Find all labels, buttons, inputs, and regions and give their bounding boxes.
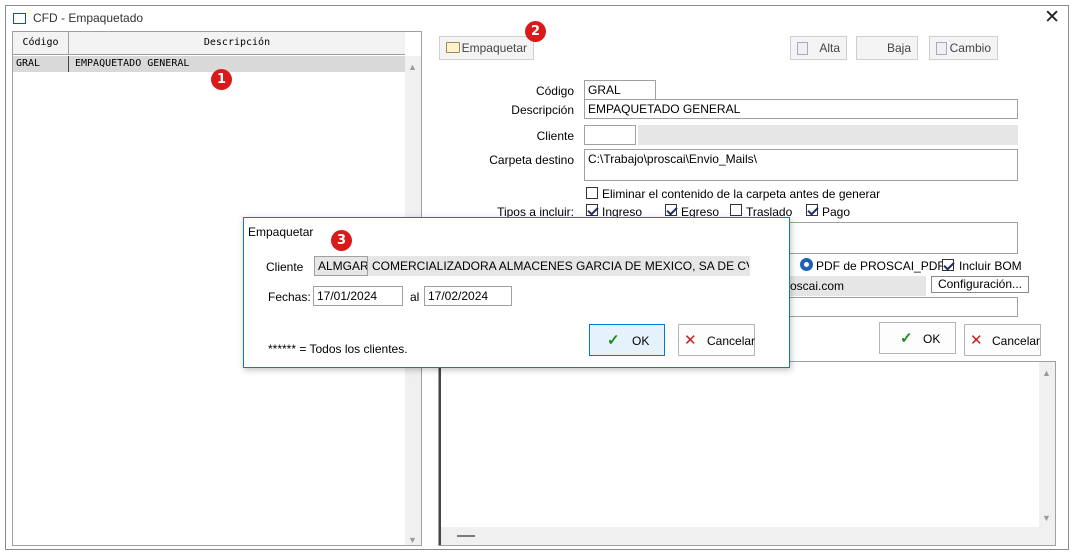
dialog-ok-button[interactable]: ✓ OK xyxy=(589,324,665,356)
scroll-down-icon[interactable]: ▼ xyxy=(408,535,417,545)
window-icon xyxy=(13,13,26,24)
dialog-title: Empaquetar xyxy=(248,225,314,239)
dialog-cancelar-button[interactable]: ✕ Cancelar xyxy=(678,324,755,356)
carpeta-destino-label: Carpeta destino xyxy=(489,153,574,167)
carpeta-destino-field[interactable]: C:\Trabajo\proscai\Envio_Mails\ xyxy=(584,149,1018,181)
check-icon: ✓ xyxy=(900,330,913,347)
al-label: al xyxy=(410,290,420,304)
incluir-bom-checkbox[interactable] xyxy=(942,259,954,271)
cliente-field[interactable] xyxy=(584,125,636,145)
ingreso-checkbox[interactable] xyxy=(586,204,598,216)
column-header-codigo[interactable]: Código xyxy=(13,32,69,54)
main-ok-button[interactable]: ✓ OK xyxy=(879,322,956,354)
window-title: CFD - Empaquetado xyxy=(33,11,144,25)
log-area[interactable]: ▲ ▼ xyxy=(438,361,1056,546)
configuracion-button[interactable]: Configuración... xyxy=(931,276,1029,293)
traslado-checkbox[interactable] xyxy=(730,204,742,216)
dialog-cliente-code-field[interactable]: ALMGAR xyxy=(314,256,368,276)
egreso-checkbox[interactable] xyxy=(665,204,677,216)
annotation-badge-1: 1 xyxy=(211,69,232,90)
close-icon[interactable]: ✕ xyxy=(1044,7,1060,29)
fecha-hasta-field[interactable]: 17/02/2024 xyxy=(424,286,512,306)
cancel-x-icon: ✕ xyxy=(684,332,697,349)
dialog-cliente-name-display: COMERCIALIZADORA ALMACENES GARCIA DE MEX… xyxy=(368,256,750,276)
todos-clientes-note: ****** = Todos los clientes. xyxy=(268,342,408,356)
folder-icon xyxy=(446,42,460,53)
descripcion-field[interactable]: EMPAQUETADO GENERAL xyxy=(584,99,1018,119)
pdf-label: PDF de PROSCAI_PDF xyxy=(816,259,945,273)
email-field: oscai.com xyxy=(786,276,926,296)
cliente-name-display xyxy=(638,125,1018,145)
dialog-fechas-label: Fechas: xyxy=(268,290,311,304)
scroll-up-icon[interactable]: ▲ xyxy=(1042,368,1051,378)
eliminar-label: Eliminar el contenido de la carpeta ante… xyxy=(602,187,881,201)
table-row[interactable]: GRAL EMPAQUETADO GENERAL xyxy=(13,56,405,72)
column-header-descripcion[interactable]: Descripción xyxy=(69,32,405,54)
dialog-cliente-label: Cliente xyxy=(266,260,304,274)
empaquetar-dialog: Empaquetar Cliente ALMGAR COMERCIALIZADO… xyxy=(243,217,790,368)
annotation-badge-2: 2 xyxy=(525,21,546,42)
descripcion-label: Descripción xyxy=(511,103,574,117)
cambio-button[interactable]: Cambio xyxy=(929,36,998,60)
pago-checkbox[interactable] xyxy=(806,204,818,216)
extra-field[interactable] xyxy=(786,297,1018,317)
incluir-bom-label: Incluir BOM xyxy=(959,259,1022,273)
log-horizontal-scrollbar[interactable] xyxy=(441,527,1039,545)
cell-descripcion: EMPAQUETADO GENERAL xyxy=(75,58,190,69)
scroll-up-icon[interactable]: ▲ xyxy=(408,62,417,72)
codigo-label: Código xyxy=(535,84,574,98)
grid-icon xyxy=(797,42,808,55)
grid-header: Código Descripción xyxy=(13,32,405,55)
codigo-field[interactable]: GRAL xyxy=(584,80,656,100)
eliminar-checkbox[interactable] xyxy=(586,187,598,199)
log-vertical-scrollbar[interactable]: ▲ ▼ xyxy=(1039,362,1055,545)
annotation-badge-3: 3 xyxy=(331,230,352,251)
pdf-radio[interactable] xyxy=(800,258,813,271)
cell-codigo: GRAL xyxy=(16,56,69,72)
alta-button[interactable]: Alta xyxy=(790,36,847,60)
scroll-down-icon[interactable]: ▼ xyxy=(1042,513,1051,523)
main-cancelar-button[interactable]: ✕ Cancelar xyxy=(964,324,1041,356)
fecha-desde-field[interactable]: 17/01/2024 xyxy=(313,286,403,306)
cancel-x-icon: ✕ xyxy=(970,332,983,349)
empaquetar-button[interactable]: Empaquetar xyxy=(439,36,534,60)
cliente-label: Cliente xyxy=(536,129,574,143)
baja-button[interactable]: Baja xyxy=(856,36,918,60)
check-icon: ✓ xyxy=(607,332,620,349)
pago-label: Pago xyxy=(822,205,851,219)
tipos-extra-field[interactable] xyxy=(786,222,1018,254)
document-icon xyxy=(936,42,947,55)
